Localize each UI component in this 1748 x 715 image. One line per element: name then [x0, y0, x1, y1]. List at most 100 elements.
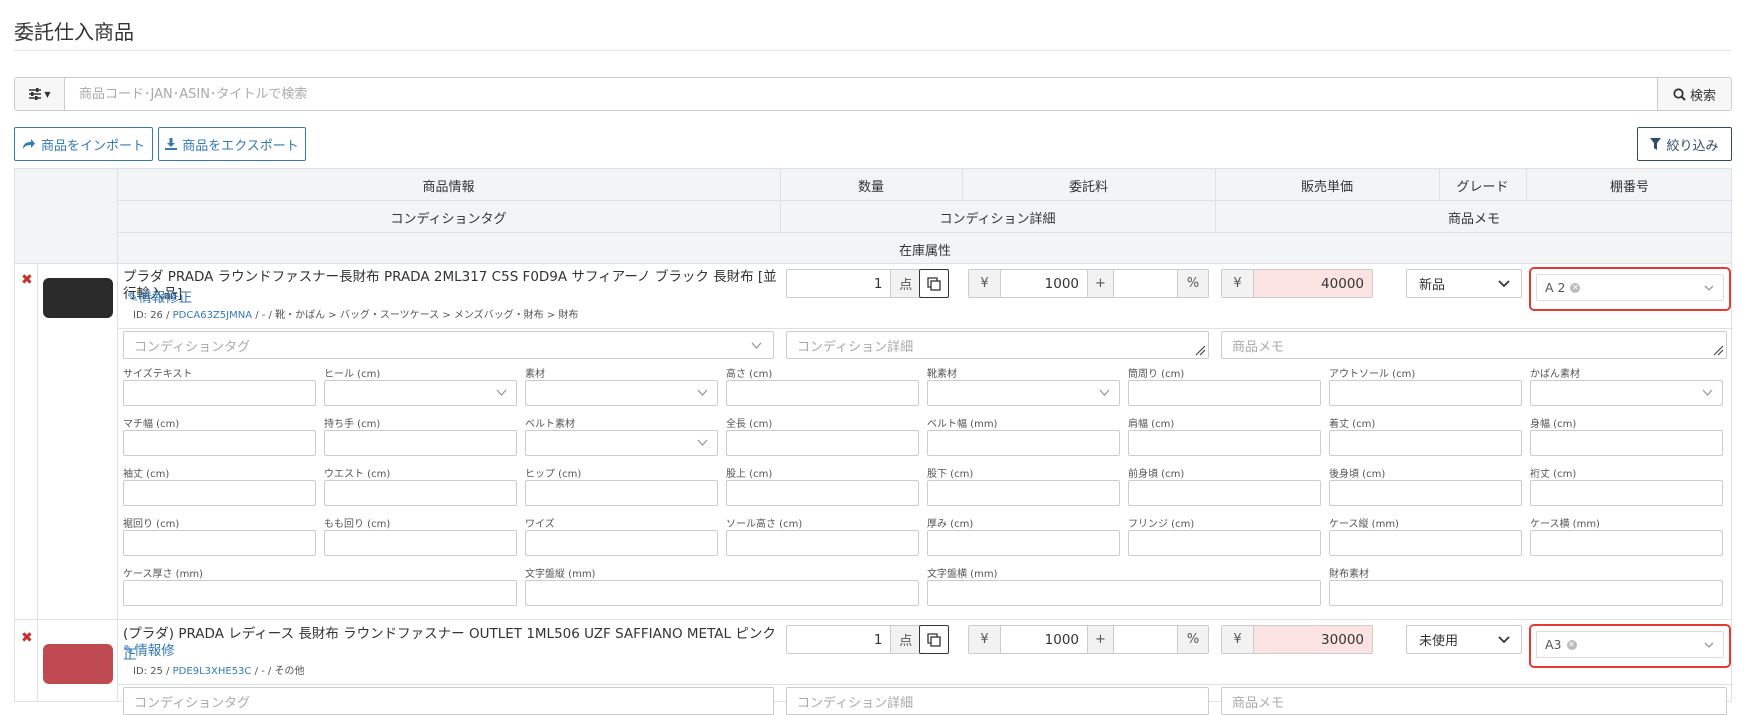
attr-input[interactable] [726, 480, 919, 506]
attr-input[interactable] [1329, 580, 1723, 606]
delete-row-icon[interactable]: ✖ [21, 630, 33, 646]
attr-label: アウトソール (cm) [1329, 369, 1416, 380]
product-memo-textarea[interactable]: 商品メモ [1221, 331, 1727, 359]
quantity-value: 1 [873, 631, 883, 648]
filter-button[interactable]: 絞り込み [1637, 127, 1732, 161]
attr-input[interactable] [1128, 480, 1321, 506]
edit-info-link[interactable]: ✎情報修正 [127, 290, 192, 306]
export-label: 商品をエクスポート [182, 138, 299, 154]
attr-select[interactable] [1530, 380, 1723, 406]
condition-detail-textarea[interactable]: コンディション詳細 [786, 331, 1209, 359]
commission-input[interactable]: ¥ 1000 + % [968, 269, 1209, 298]
attr-select[interactable] [927, 380, 1120, 406]
attr-label: 肩幅 (cm) [1128, 419, 1175, 430]
clear-tag-icon[interactable]: ✕ [1566, 639, 1577, 650]
attr-input[interactable] [525, 480, 718, 506]
attr-input[interactable] [123, 580, 517, 606]
attr-label: 全長 (cm) [726, 419, 773, 430]
attr-select[interactable] [525, 380, 718, 406]
product-code-link[interactable]: PDCA63Z5JMNA [173, 310, 252, 321]
resize-handle-icon[interactable] [1713, 345, 1724, 356]
attr-label: ベルト素材 [525, 419, 575, 430]
attr-input[interactable] [1128, 380, 1321, 406]
attr-input[interactable] [1329, 530, 1522, 556]
shelf-select-highlight: A3 ✕ [1529, 624, 1731, 668]
attr-input[interactable] [1329, 430, 1522, 456]
attr-input[interactable] [927, 530, 1120, 556]
shelf-tag: A3 [1545, 637, 1562, 652]
table-row: ✖ プラダ PRADA ラウンドファスナー長財布 PRADA 2ML317 C5… [14, 264, 1733, 620]
grade-value: 新品 [1419, 278, 1446, 293]
attr-label: 股下 (cm) [927, 469, 974, 480]
copy-button[interactable] [919, 269, 949, 298]
attr-input[interactable] [726, 530, 919, 556]
attr-input[interactable] [1128, 430, 1321, 456]
search-button[interactable]: 検索 [1657, 78, 1731, 110]
attr-input[interactable] [1530, 480, 1723, 506]
resize-handle-icon[interactable] [1195, 345, 1206, 356]
page-title: 委託仕入商品 [14, 20, 134, 44]
attr-input[interactable] [324, 430, 517, 456]
filter-menu-button[interactable]: ▼ [15, 78, 65, 110]
chevron-down-icon [1099, 389, 1110, 396]
attr-label: 着丈 (cm) [1329, 419, 1376, 430]
shelf-select[interactable]: A 2 ✕ [1536, 274, 1724, 301]
attr-label: 前身頃 (cm) [1128, 469, 1185, 480]
condition-tag-placeholder: コンディションタグ [134, 339, 251, 355]
search-icon [1673, 87, 1686, 101]
condition-tag-select[interactable]: コンディションタグ [123, 331, 774, 359]
attr-input[interactable] [123, 530, 316, 556]
search-button-label: 検索 [1689, 88, 1716, 104]
attr-input[interactable] [927, 480, 1120, 506]
attr-input[interactable] [123, 430, 316, 456]
condition-detail-placeholder: コンディション詳細 [797, 695, 914, 711]
attr-input[interactable] [726, 430, 919, 456]
attr-input[interactable] [324, 480, 517, 506]
attr-input[interactable] [1329, 380, 1522, 406]
grade-select[interactable]: 未使用 [1406, 625, 1522, 654]
funnel-icon [1650, 138, 1662, 150]
copy-button[interactable] [919, 625, 949, 654]
product-code-link[interactable]: PDE9L3XHE53C [173, 666, 252, 677]
condition-detail-textarea[interactable]: コンディション詳細 [786, 687, 1209, 715]
attr-input[interactable] [525, 530, 718, 556]
grade-select[interactable]: 新品 [1406, 269, 1522, 298]
attr-input[interactable] [1530, 430, 1723, 456]
attr-select[interactable] [324, 380, 517, 406]
attr-input[interactable] [525, 580, 919, 606]
quantity-unit: 点 [890, 270, 920, 297]
price-input[interactable]: ¥ 40000 [1221, 269, 1373, 298]
attr-input[interactable] [927, 430, 1120, 456]
product-thumbnail [43, 278, 113, 318]
title-divider [14, 50, 1732, 51]
attr-input[interactable] [927, 580, 1321, 606]
condition-tag-select[interactable]: コンディションタグ [123, 687, 774, 715]
product-memo-textarea[interactable]: 商品メモ [1221, 687, 1727, 715]
search-input[interactable] [65, 78, 1657, 110]
commission-input[interactable]: ¥ 1000 + % [968, 625, 1209, 654]
attr-input[interactable] [324, 530, 517, 556]
attr-input[interactable] [1530, 530, 1723, 556]
clear-tag-icon[interactable]: ✕ [1570, 282, 1581, 293]
chevron-down-icon [496, 389, 507, 396]
attr-input[interactable] [123, 480, 316, 506]
download-icon [165, 138, 178, 150]
price-input[interactable]: ¥ 30000 [1221, 625, 1373, 654]
quantity-input[interactable]: 1 点 [786, 269, 921, 298]
attr-input[interactable] [1329, 480, 1522, 506]
delete-row-icon[interactable]: ✖ [21, 272, 33, 288]
commission-value: 1000 [1001, 626, 1088, 653]
attr-select[interactable] [525, 430, 718, 456]
attr-input[interactable] [726, 380, 919, 406]
share-icon [22, 139, 35, 149]
attr-input[interactable] [1128, 530, 1321, 556]
attr-input[interactable] [123, 380, 316, 406]
import-button[interactable]: 商品をインポート [14, 127, 153, 161]
shelf-tag: A 2 [1545, 280, 1566, 295]
edit-info-link-cont[interactable]: 正 [123, 647, 137, 663]
attr-label: 財布素材 [1329, 569, 1369, 580]
shelf-select[interactable]: A3 ✕ [1536, 631, 1724, 658]
export-button[interactable]: 商品をエクスポート [158, 127, 306, 161]
attr-label: 持ち手 (cm) [324, 419, 381, 430]
quantity-input[interactable]: 1 点 [786, 625, 921, 654]
